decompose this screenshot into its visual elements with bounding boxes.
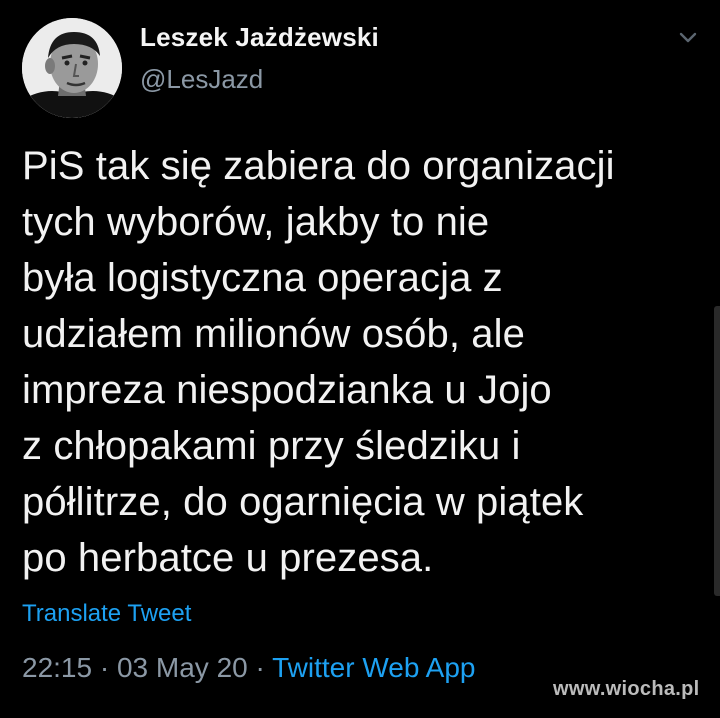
avatar[interactable]: [22, 18, 122, 118]
tweet-text-line: z chłopakami przy śledziku i: [22, 424, 521, 468]
tweet-card: Leszek Jażdżewski @LesJazd PiS tak się z…: [0, 0, 720, 718]
author-display-name[interactable]: Leszek Jażdżewski: [140, 22, 379, 53]
tweet-menu-button[interactable]: [674, 24, 702, 52]
watermark: www.wiocha.pl: [553, 678, 700, 700]
tweet-text-line: półlitrze, do ogarnięcia w piątek: [22, 480, 584, 524]
tweet-text-line: impreza niespodzianka u Jojo: [22, 368, 552, 412]
tweet-text-line: udziałem milionów osób, ale: [22, 312, 525, 356]
separator: ·: [255, 652, 265, 683]
tweet-text: PiS tak się zabiera do organizacji tych …: [22, 138, 692, 586]
tweet-text-line: po herbatce u prezesa.: [22, 536, 434, 580]
separator: ·: [99, 652, 110, 683]
tweet-date[interactable]: 03 May 20: [117, 652, 248, 683]
tweet-text-line: tych wyborów, jakby to nie: [22, 200, 490, 244]
scroll-indicator: [714, 306, 720, 596]
profile-photo: [22, 18, 122, 118]
tweet-text-line: PiS tak się zabiera do organizacji: [22, 144, 615, 188]
tweet-text-line: była logistyczna operacja z: [22, 256, 503, 300]
translate-tweet-link[interactable]: Translate Tweet: [22, 600, 191, 628]
tweet-metadata: 22:15 · 03 May 20 · Twitter Web App: [22, 652, 475, 684]
author-handle[interactable]: @LesJazd: [140, 64, 263, 95]
tweet-source-link[interactable]: Twitter Web App: [272, 652, 475, 683]
chevron-down-icon: [679, 32, 697, 43]
tweet-time[interactable]: 22:15: [22, 652, 92, 683]
